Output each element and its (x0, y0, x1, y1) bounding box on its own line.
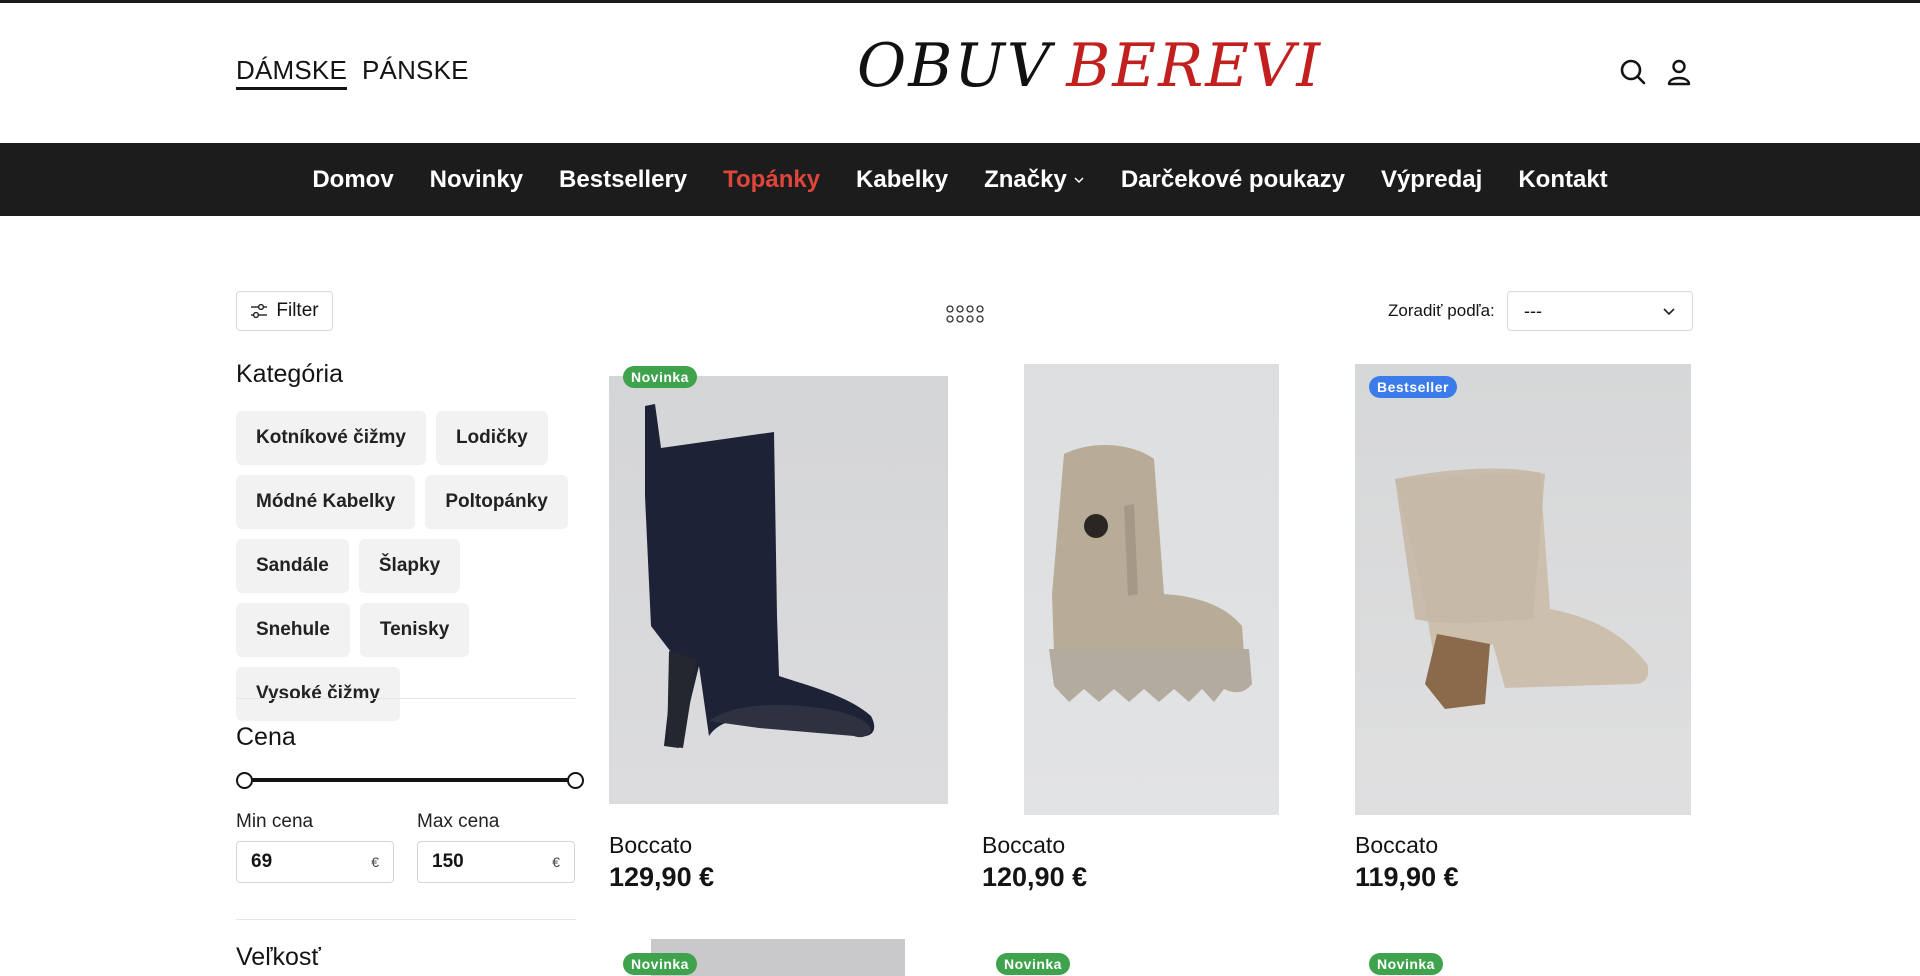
product-price: 120,90 € (982, 862, 1088, 892)
product-price: 129,90 € (609, 862, 715, 892)
product-name[interactable]: Boccato (982, 832, 1065, 859)
nav-item-vypredaj[interactable]: Výpredaj (1381, 166, 1482, 194)
product-card[interactable]: Boccato 120,90 € (982, 364, 1322, 904)
size-title: Veľkosť (236, 943, 321, 971)
filter-sliders-icon (251, 303, 268, 319)
nav-item-novinky[interactable]: Novinky (430, 166, 523, 194)
gender-link-men[interactable]: PÁNSKE (362, 55, 469, 86)
category-chip-poltopanky[interactable]: Poltopánky (425, 475, 568, 529)
main-navigation: Domov Novinky Bestsellery Topánky Kabelk… (0, 143, 1920, 216)
sidebar-divider (236, 919, 576, 920)
min-price-value: 69 (251, 851, 273, 872)
grid-view-toggle-icon[interactable] (946, 304, 984, 324)
chevron-down-icon (1663, 308, 1675, 316)
product-price: 119,90 € (1355, 862, 1459, 892)
category-list: Kotníkové čižmy Lodičky Módné Kabelky Po… (236, 411, 576, 721)
filter-button-label: Filter (276, 300, 319, 321)
nav-item-topanky[interactable]: Topánky (723, 166, 820, 194)
max-price-input[interactable]: 150 € (417, 841, 575, 883)
product-name[interactable]: Boccato (609, 832, 692, 859)
nav-item-bestsellery[interactable]: Bestsellery (559, 166, 687, 194)
logo-text-obuv: OBUV (857, 31, 1053, 101)
product-photo-platform-boot (1049, 444, 1252, 702)
nav-item-domov[interactable]: Domov (312, 166, 393, 194)
category-chip-snehule[interactable]: Snehule (236, 603, 350, 657)
max-price-value: 150 (432, 851, 464, 872)
site-header: DÁMSKE PÁNSKE OBUV BEREVI (0, 3, 1920, 143)
min-price-label: Min cena (236, 811, 314, 832)
nav-item-znacky[interactable]: Značky (984, 166, 1085, 194)
nav-item-darcekove-poukazy[interactable]: Darčekové poukazy (1121, 166, 1345, 194)
max-price-label: Max cena (417, 811, 500, 832)
price-range-slider[interactable] (236, 772, 584, 789)
nav-item-znacky-label: Značky (984, 165, 1067, 193)
product-badge-new: Novinka (623, 366, 697, 388)
product-image[interactable] (1024, 364, 1279, 815)
product-card[interactable]: Bestseller Boccato 119,90 € (1355, 364, 1695, 904)
price-slider-min-handle[interactable] (236, 772, 253, 789)
logo-text-berevi: BEREVI (1066, 31, 1323, 101)
category-chip-tenisky[interactable]: Tenisky (359, 603, 470, 657)
max-price-currency: € (552, 854, 560, 870)
category-chip-slapky[interactable]: Šlapky (358, 539, 461, 593)
product-badge-new: Novinka (1369, 953, 1443, 975)
product-badge-new: Novinka (996, 953, 1070, 975)
category-title: Kategória (236, 360, 344, 388)
product-photo-heeled-boot (645, 404, 875, 748)
product-image[interactable] (609, 376, 948, 804)
search-icon[interactable] (1618, 57, 1648, 87)
sort-label: Zoradiť podľa: (1388, 301, 1495, 320)
product-image[interactable] (1355, 364, 1691, 815)
product-badge-bestseller: Bestseller (1369, 376, 1457, 398)
product-card[interactable]: Novinka Boccato 129,90 € (609, 364, 949, 904)
product-badge-new: Novinka (623, 953, 697, 975)
filter-sidebar: Kategória Kotníkové čižmy Lodičky Módné … (236, 360, 576, 721)
category-chip-lodicky[interactable]: Lodičky (435, 411, 548, 465)
filter-button[interactable]: Filter (236, 291, 333, 331)
category-chip-modne-kabelky[interactable]: Módné Kabelky (236, 475, 416, 529)
nav-item-kontakt[interactable]: Kontakt (1518, 166, 1607, 194)
min-price-currency: € (371, 854, 379, 870)
category-chip-vysoke-cizmy[interactable]: Vysoké čižmy (236, 667, 400, 721)
product-name[interactable]: Boccato (1355, 832, 1438, 859)
category-chip-sandale[interactable]: Sandále (236, 539, 349, 593)
price-slider-track (242, 778, 578, 782)
user-account-icon[interactable] (1664, 57, 1694, 87)
nav-item-kabelky[interactable]: Kabelky (856, 166, 948, 194)
min-price-input[interactable]: 69 € (236, 841, 394, 883)
category-chip-kotnikove-cizmy[interactable]: Kotníkové čižmy (236, 411, 426, 465)
gender-link-women[interactable]: DÁMSKE (236, 55, 348, 90)
sidebar-divider (236, 698, 576, 699)
product-photo-ankle-boot (1395, 468, 1649, 709)
price-title: Cena (236, 723, 296, 751)
price-slider-max-handle[interactable] (567, 772, 584, 789)
sort-select[interactable]: --- (1507, 291, 1693, 331)
chevron-down-icon (1074, 176, 1084, 183)
site-logo[interactable]: OBUV BEREVI (857, 31, 1323, 101)
sort-select-value: --- (1524, 300, 1542, 321)
